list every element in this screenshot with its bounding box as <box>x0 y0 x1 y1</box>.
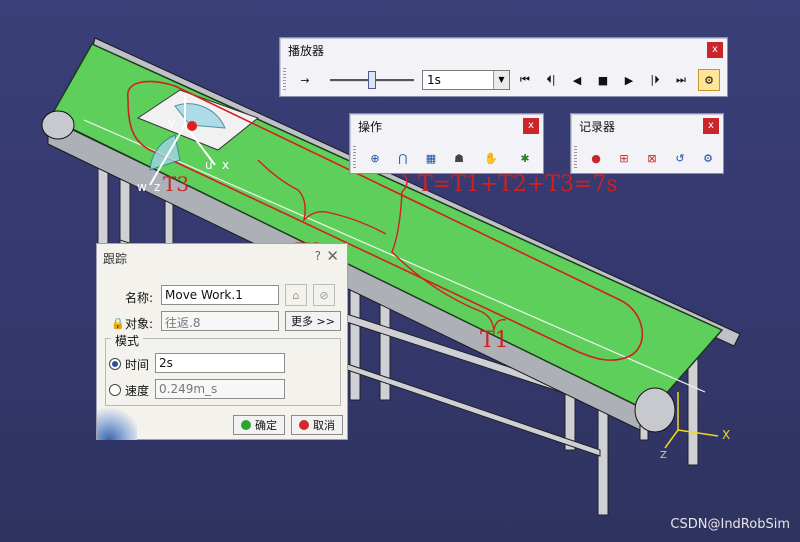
name-edit-icon[interactable]: ⌂ <box>285 284 307 306</box>
gizmo-label-v: v <box>168 116 176 130</box>
record-icon[interactable]: ● <box>585 147 607 169</box>
skip-to-end-icon[interactable]: ⏭ <box>670 69 692 91</box>
ops-close-button[interactable]: x <box>523 118 539 134</box>
dialog-title: 跟踪 <box>103 252 128 266</box>
gizmo-label-u: u <box>205 158 213 172</box>
annotation-formula: T=T1+T2+T3=7s <box>418 172 618 197</box>
move-activity-icon[interactable]: ✱ <box>514 147 536 169</box>
gripper-icon[interactable]: ✋ <box>480 147 502 169</box>
recorder-grip[interactable] <box>574 146 577 168</box>
player-settings-icon[interactable]: ⚙ <box>698 69 720 91</box>
more-button[interactable]: 更多 >> <box>285 311 341 331</box>
speed-label: 速度 <box>125 384 150 398</box>
chevron-down-icon[interactable]: ▼ <box>493 71 509 89</box>
object-label: 对象: <box>125 317 154 331</box>
robot-icon[interactable]: ☗ <box>448 147 470 169</box>
step-backward-icon[interactable]: ⏴| <box>540 69 562 91</box>
play-backward-icon[interactable]: ◀ <box>566 69 588 91</box>
modify-record-icon[interactable]: ↺ <box>669 147 691 169</box>
step-forward-icon[interactable]: |⏵ <box>644 69 666 91</box>
recorder-close-button[interactable]: x <box>703 118 719 134</box>
speed-slider-thumb[interactable] <box>368 71 376 89</box>
watermark: CSDN@IndRobSim <box>670 517 790 532</box>
skip-to-start-icon[interactable]: ⏮ <box>514 69 536 91</box>
player-title: 播放器 <box>288 44 325 58</box>
time-radio[interactable] <box>109 358 121 370</box>
player-close-button[interactable]: x <box>707 42 723 58</box>
place-icon[interactable]: ▦ <box>420 147 442 169</box>
tracking-dialog: 跟踪 ? ✕ 名称: Move Work.1 ⌂ ⊘ 🔒 对象: 往返.8 更多… <box>96 243 348 440</box>
annotation-t3: T3 <box>163 172 190 196</box>
mode-label: 模式 <box>111 332 144 349</box>
ok-button[interactable]: 确定 <box>233 415 285 435</box>
help-button[interactable]: ? <box>315 249 321 263</box>
recorder-settings-icon[interactable]: ⚙ <box>697 147 719 169</box>
name-link-icon[interactable]: ⊘ <box>313 284 335 306</box>
operation-target-icon[interactable]: ⊕ <box>364 147 386 169</box>
cancel-icon <box>299 420 309 430</box>
time-field[interactable]: 2s <box>155 353 285 373</box>
object-field[interactable]: 往返.8 <box>161 311 279 331</box>
pick-icon[interactable]: ⋂ <box>392 147 414 169</box>
cancel-label: 取消 <box>313 419 335 432</box>
insert-record-icon[interactable]: ⊞ <box>613 147 635 169</box>
axis-label-x: X <box>722 428 731 442</box>
name-field[interactable]: Move Work.1 <box>161 285 279 305</box>
ok-label: 确定 <box>255 419 277 432</box>
speed-field[interactable]: 0.249m_s <box>155 379 285 399</box>
name-label: 名称: <box>125 291 154 305</box>
play-forward-icon[interactable]: ▶ <box>618 69 640 91</box>
dialog-close-button[interactable]: ✕ <box>326 247 339 265</box>
speed-radio[interactable] <box>109 384 121 396</box>
arrow-right-icon[interactable]: → <box>294 69 316 91</box>
roller-right <box>634 387 676 433</box>
dialog-decoration <box>97 406 137 440</box>
operations-toolbar: 操作 x ⊕ ⋂ ▦ ☗ ✋ ✱ <box>349 113 544 174</box>
ops-grip[interactable] <box>353 146 356 168</box>
step-select[interactable]: 1s ▼ <box>422 70 510 90</box>
roller-left <box>41 110 75 140</box>
gizmo-label-z: z <box>154 180 161 194</box>
recorder-title: 记录器 <box>579 120 616 134</box>
step-select-value: 1s <box>427 73 441 87</box>
stop-icon[interactable]: ■ <box>592 69 614 91</box>
gizmo-label-x: x <box>222 158 230 172</box>
ok-icon <box>241 420 251 430</box>
ops-title: 操作 <box>358 120 383 134</box>
axis-label-z: Z <box>660 450 667 461</box>
delete-record-icon[interactable]: ⊠ <box>641 147 663 169</box>
cancel-button[interactable]: 取消 <box>291 415 343 435</box>
time-label: 时间 <box>125 358 150 372</box>
recorder-toolbar: 记录器 x ● ⊞ ⊠ ↺ ⚙ <box>570 113 724 174</box>
annotation-t1: T1 <box>480 328 509 353</box>
gizmo-label-w: w <box>137 180 147 194</box>
player-toolbar: 播放器 x → 1s ▼ ⏮ ⏴| ◀ ■ ▶ |⏵ ⏭ ⚙ <box>279 37 728 97</box>
